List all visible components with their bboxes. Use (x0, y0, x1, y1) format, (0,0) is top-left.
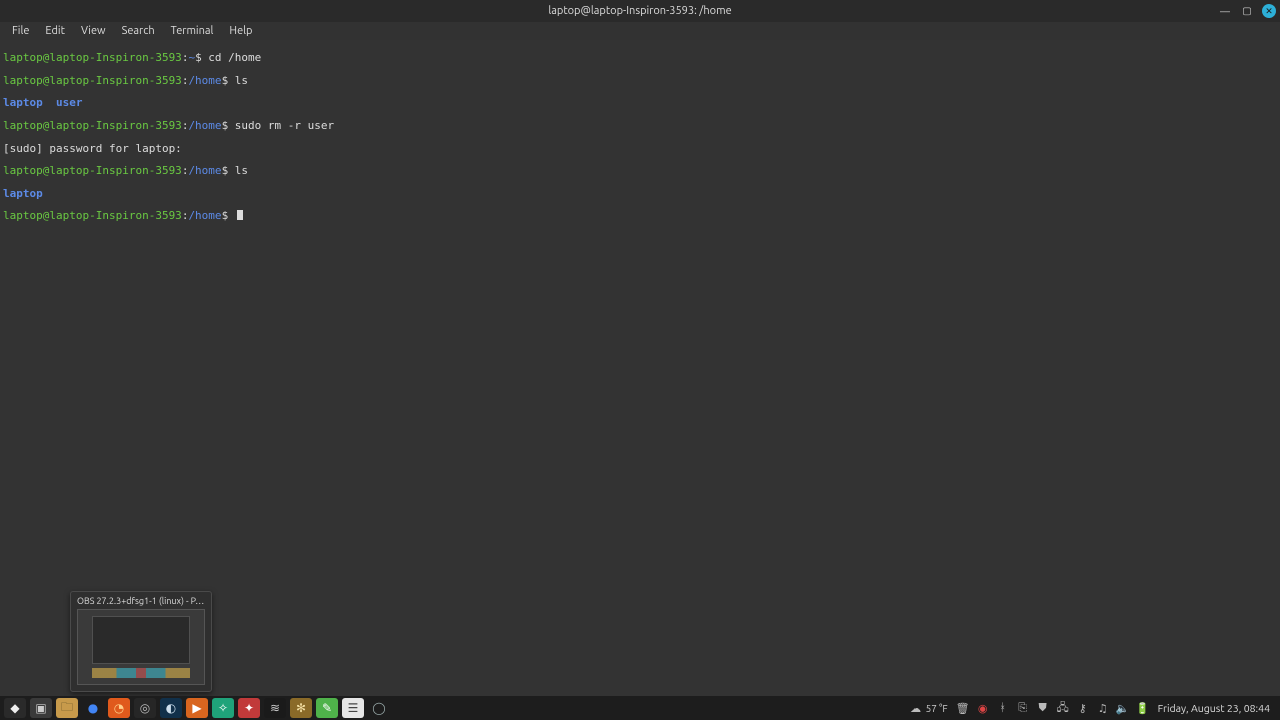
battery-icon[interactable]: 🔋 (1136, 701, 1150, 715)
taskbar: ◆▣🗀●◔◎◐▶✧✦≋✻✎☰◯ ☁ 57 °F 🗑 ◉ ᚼ ⎘ ⛊ 🖧 ⚷ ♫ 🔈 🔋 Frida… (0, 696, 1280, 720)
launcher-app-red[interactable]: ✦ (238, 698, 260, 718)
terminal-line: [sudo] password for laptop: (3, 143, 1277, 154)
taskbar-preview-title: OBS 27.2.3+dfsg1-1 (linux) - P… (71, 592, 211, 609)
launcher-app-leaf[interactable]: ✎ (316, 698, 338, 718)
terminal-line: laptop@laptop-Inspiron-3593:~$ cd /home (3, 52, 1277, 63)
taskbar-preview[interactable]: OBS 27.2.3+dfsg1-1 (linux) - P… (70, 591, 212, 692)
launcher-firefox[interactable]: ◔ (108, 698, 130, 718)
menu-edit[interactable]: Edit (37, 23, 73, 39)
terminal-line: laptop (3, 188, 1277, 199)
launcher-app-gear[interactable]: ✻ (290, 698, 312, 718)
menu-view[interactable]: View (73, 23, 114, 39)
launcher-notes[interactable]: ☰ (342, 698, 364, 718)
clock[interactable]: Friday, August 23, 08:44 (1158, 702, 1270, 714)
launcher-mint-logo[interactable]: ◯ (368, 698, 390, 718)
record-icon[interactable]: ◉ (976, 701, 990, 715)
launcher-app-green[interactable]: ✧ (212, 698, 234, 718)
volume-icon[interactable]: 🔈 (1116, 701, 1130, 715)
trash-icon[interactable]: 🗑 (956, 701, 970, 715)
menu-terminal[interactable]: Terminal (163, 23, 222, 39)
clipboard-icon[interactable]: ⎘ (1016, 701, 1030, 715)
terminal-line: laptop@laptop-Inspiron-3593:/home$ ls (3, 165, 1277, 176)
music-icon[interactable]: ♫ (1096, 701, 1110, 715)
taskbar-preview-body (77, 609, 205, 685)
window-title: laptop@laptop-Inspiron-3593: /home (548, 5, 731, 17)
launcher-files[interactable]: 🗀 (56, 698, 78, 718)
network-icon[interactable]: 🖧 (1056, 701, 1070, 715)
terminal-line: laptop@laptop-Inspiron-3593:/home$ ls (3, 75, 1277, 86)
cursor (237, 210, 243, 220)
launcher-show-desktop[interactable]: ▣ (30, 698, 52, 718)
wifi-icon[interactable]: ⚷ (1076, 701, 1090, 715)
launcher-obs[interactable]: ◎ (134, 698, 156, 718)
weather-icon: ☁ (909, 701, 923, 715)
window-titlebar[interactable]: laptop@laptop-Inspiron-3593: /home — ▢ ✕ (0, 0, 1280, 22)
terminal-line: laptop@laptop-Inspiron-3593:/home$ sudo … (3, 120, 1277, 131)
launcher-steam[interactable]: ◐ (160, 698, 182, 718)
menu-file[interactable]: File (4, 23, 37, 39)
launcher-chrome[interactable]: ● (82, 698, 104, 718)
update-icon[interactable]: ⛊ (1036, 701, 1050, 715)
close-button[interactable]: ✕ (1262, 4, 1276, 18)
taskbar-launchers: ◆▣🗀●◔◎◐▶✧✦≋✻✎☰◯ (0, 698, 390, 718)
weather-temp: 57 °F (926, 703, 948, 714)
launcher-media-player[interactable]: ▶ (186, 698, 208, 718)
launcher-mint-menu[interactable]: ◆ (4, 698, 26, 718)
weather-indicator[interactable]: ☁ 57 °F (909, 701, 948, 715)
terminal-line: laptop@laptop-Inspiron-3593:/home$ (3, 210, 1277, 221)
maximize-button[interactable]: ▢ (1240, 4, 1254, 18)
menu-help[interactable]: Help (221, 23, 260, 39)
menu-bar: File Edit View Search Terminal Help (0, 22, 1280, 40)
terminal-line: laptop user (3, 97, 1277, 108)
minimize-button[interactable]: — (1218, 4, 1232, 18)
system-tray: ☁ 57 °F 🗑 ◉ ᚼ ⎘ ⛊ 🖧 ⚷ ♫ 🔈 🔋 Friday, August 23, 08… (909, 701, 1280, 715)
bluetooth-icon[interactable]: ᚼ (996, 701, 1010, 715)
launcher-htop[interactable]: ≋ (264, 698, 286, 718)
menu-search[interactable]: Search (114, 23, 163, 39)
